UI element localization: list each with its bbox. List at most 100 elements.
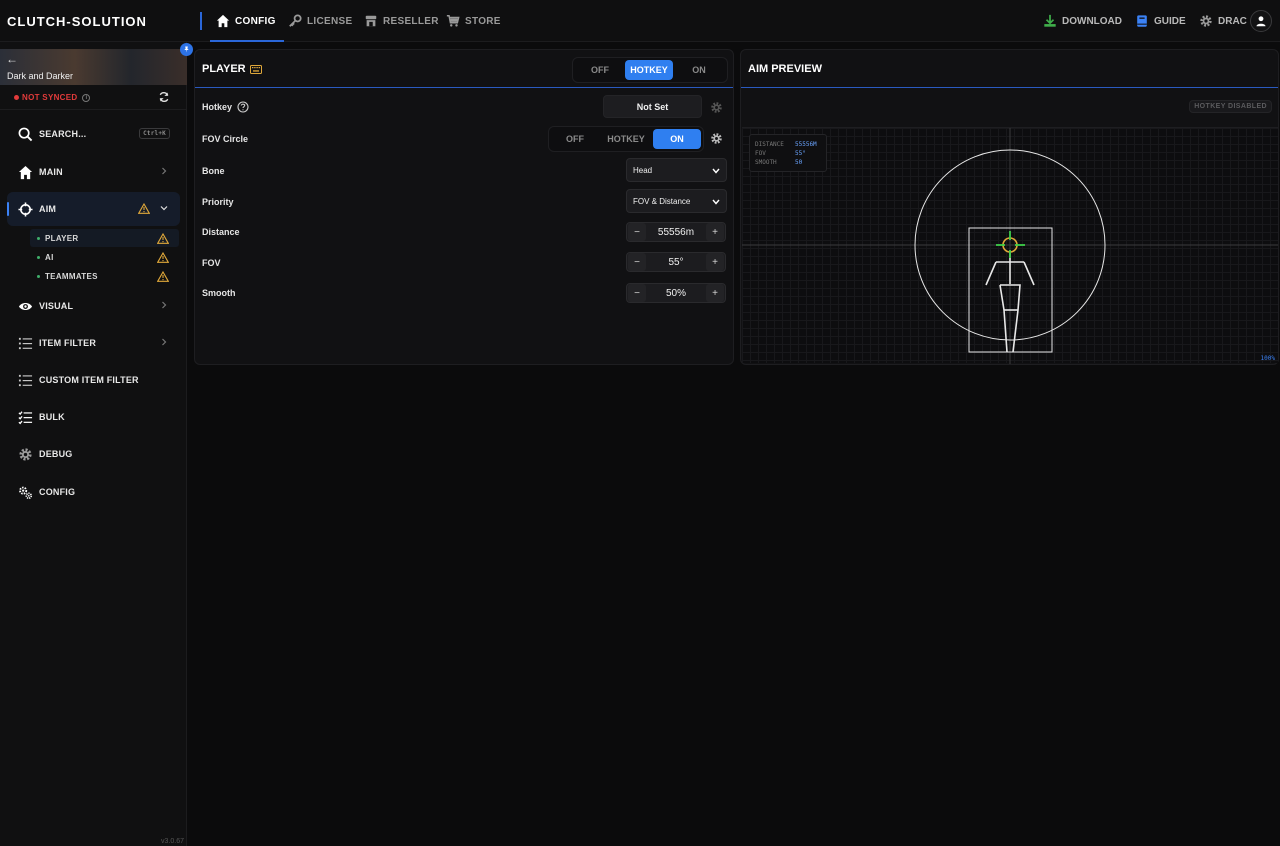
bullet [37, 255, 40, 259]
zoom-label: 100% [1260, 355, 1275, 362]
tab-license[interactable]: LICENSE [288, 0, 352, 42]
guide-button[interactable]: GUIDE [1135, 0, 1186, 42]
stat-label: FOV [755, 150, 766, 157]
chevron-right-icon [162, 167, 167, 175]
download-label: DOWNLOAD [1062, 15, 1122, 27]
user-name: DRAC [1218, 15, 1247, 27]
key-icon [289, 14, 302, 27]
hotkey-button[interactable]: Not Set [603, 95, 702, 118]
mode-on-option[interactable]: ON [673, 60, 725, 80]
sidebar-subitem-label: PLAYER [45, 233, 79, 243]
chevron-right-icon [162, 338, 167, 346]
fov-on-option[interactable]: ON [653, 129, 701, 149]
increment-button[interactable]: + [706, 253, 724, 271]
user-settings-button[interactable]: DRAC [1199, 0, 1247, 42]
sidebar-item-item-filter[interactable]: ITEM FILTER [7, 326, 180, 360]
avatar[interactable] [1250, 10, 1272, 32]
sidebar-item-label: MAIN [39, 167, 63, 177]
fov-hotkey-option[interactable]: HOTKEY [599, 129, 653, 149]
decrement-button[interactable]: − [628, 253, 646, 271]
fov-value[interactable]: 55° [647, 257, 705, 268]
distance-stepper: − 55556m + [626, 222, 726, 242]
store-icon [365, 15, 377, 27]
tab-reseller-label: RESELLER [383, 15, 439, 27]
sidebar-item-label: AIM [39, 204, 57, 214]
mode-off-option[interactable]: OFF [575, 60, 625, 80]
keyboard-icon [249, 64, 262, 74]
sidebar-subitem-ai[interactable]: AI [30, 248, 179, 266]
distance-value[interactable]: 55556m [647, 227, 705, 238]
download-icon [1044, 14, 1056, 27]
chevron-down-icon [712, 199, 720, 205]
gear-icon[interactable] [710, 101, 723, 114]
status-dot [14, 95, 19, 100]
player-panel: PLAYER OFF HOTKEY ON Hotkey Not Set FOV … [194, 49, 734, 365]
search-icon [17, 126, 33, 142]
warning-icon [138, 203, 150, 214]
guide-label: GUIDE [1154, 15, 1186, 27]
refresh-icon[interactable] [158, 91, 170, 103]
smooth-stepper: − 50% + [626, 283, 726, 303]
sync-status: NOT SYNCED i [14, 93, 91, 102]
brand-title: CLUTCH-SOLUTION [7, 14, 147, 29]
bone-value: Head [633, 165, 653, 175]
player-title: PLAYER [202, 63, 246, 75]
increment-button[interactable]: + [706, 284, 724, 302]
decrement-button[interactable]: − [628, 284, 646, 302]
tab-store[interactable]: STORE [446, 0, 501, 42]
sidebar-item-label: DEBUG [39, 449, 73, 459]
bullet [37, 274, 40, 278]
game-banner[interactable]: ← Dark and Darker [0, 49, 187, 85]
hotkey-row: Hotkey [202, 101, 249, 113]
stat-value: 55556M [795, 141, 817, 148]
tab-config[interactable]: CONFIG [210, 0, 284, 42]
gear-icon [1200, 15, 1212, 27]
search-button[interactable]: SEARCH... Ctrl+K [7, 117, 180, 151]
sidebar-item-aim[interactable]: AIM [7, 192, 180, 226]
stat-label: SMOOTH [755, 159, 777, 166]
fov-label: FOV [202, 258, 221, 268]
list-icon [17, 372, 33, 388]
gear-icon [17, 446, 33, 462]
stat-value: 55° [795, 150, 806, 157]
help-icon[interactable] [237, 101, 249, 113]
eye-icon [17, 298, 33, 314]
bone-label: Bone [202, 166, 225, 176]
pin-icon[interactable] [180, 43, 193, 56]
top-bar: CLUTCH-SOLUTION CONFIG LICENSE RESELLER … [0, 0, 1280, 42]
smooth-label: Smooth [202, 288, 236, 298]
mode-hotkey-option[interactable]: HOTKEY [625, 60, 673, 80]
divider [741, 87, 1278, 88]
panel-title: PLAYER [202, 63, 262, 75]
fov-circle-row: FOV Circle [202, 134, 248, 144]
search-shortcut: Ctrl+K [139, 128, 170, 139]
sidebar-item-label: VISUAL [39, 301, 74, 311]
status-badge: HOTKEY DISABLED [1189, 100, 1272, 113]
back-arrow-icon[interactable]: ← [6, 52, 18, 66]
gear-icon[interactable] [710, 132, 723, 145]
sidebar-item-debug[interactable]: DEBUG [7, 437, 180, 471]
warning-icon [157, 233, 169, 244]
info-icon[interactable]: i [82, 93, 91, 102]
sidebar-item-custom-item-filter[interactable]: CUSTOM ITEM FILTER [7, 363, 180, 397]
fov-row: FOV [202, 258, 221, 268]
sidebar-subitem-player[interactable]: PLAYER [30, 229, 179, 247]
sidebar-item-main[interactable]: MAIN [7, 155, 180, 189]
sidebar: ← Dark and Darker NOT SYNCED i SEARCH...… [0, 42, 193, 846]
increment-button[interactable]: + [706, 223, 724, 241]
smooth-value[interactable]: 50% [647, 288, 705, 299]
sidebar-item-visual[interactable]: VISUAL [7, 289, 180, 323]
decrement-button[interactable]: − [628, 223, 646, 241]
cart-icon [446, 15, 460, 27]
priority-select[interactable]: FOV & Distance [626, 189, 727, 213]
sidebar-item-label: ITEM FILTER [39, 338, 97, 348]
fov-off-option[interactable]: OFF [551, 129, 599, 149]
sidebar-item-config[interactable]: CONFIG [7, 475, 180, 509]
checklist-icon [17, 409, 33, 425]
bone-select[interactable]: Head [626, 158, 727, 182]
download-button[interactable]: DOWNLOAD [1043, 0, 1122, 42]
sidebar-item-bulk[interactable]: BULK [7, 400, 180, 434]
chevron-down-icon [712, 168, 720, 174]
sidebar-subitem-teammates[interactable]: TEAMMATES [30, 267, 179, 285]
tab-reseller[interactable]: RESELLER [364, 0, 439, 42]
